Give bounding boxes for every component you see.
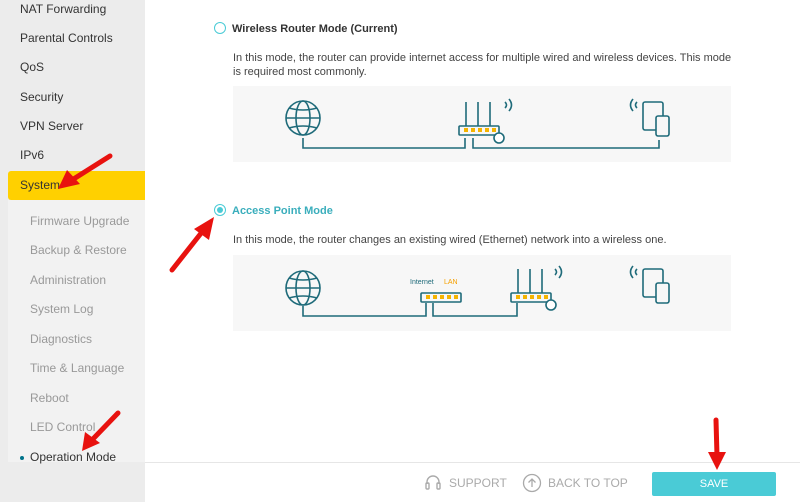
router-mode-diagram xyxy=(233,86,731,162)
ap-mode-title[interactable]: Access Point Mode xyxy=(232,205,333,217)
devices-icon xyxy=(629,98,670,137)
main-content: Wireless Router Mode (Current) In this m… xyxy=(145,0,800,462)
sidebar-item-nat-forwarding[interactable]: NAT Forwarding xyxy=(0,0,145,24)
sidebar-item-parental-controls[interactable]: Parental Controls xyxy=(0,24,145,53)
router-mode-description: In this mode, the router can provide int… xyxy=(233,52,732,78)
back-to-top-link[interactable]: BACK TO TOP xyxy=(548,476,628,490)
router-icon xyxy=(510,265,563,311)
sidebar-item-vpn-server[interactable]: VPN Server xyxy=(0,112,145,141)
submenu-item-diagnostics[interactable]: Diagnostics xyxy=(0,325,145,354)
sidebar-item-qos[interactable]: QoS xyxy=(0,53,145,82)
footer: SUPPORT BACK TO TOP SAVE xyxy=(145,462,800,503)
router-mode-radio[interactable] xyxy=(214,22,226,34)
submenu-item-operation-mode-label: Operation Mode xyxy=(30,450,117,464)
back-to-top-icon xyxy=(522,473,542,493)
submenu-item-reboot[interactable]: Reboot xyxy=(0,384,145,413)
submenu-item-led-control[interactable]: LED Control xyxy=(0,413,145,442)
router-diagram-svg xyxy=(285,98,670,149)
submenu-item-firmware-upgrade[interactable]: Firmware Upgrade xyxy=(0,207,145,236)
devices-icon xyxy=(629,265,670,304)
globe-icon xyxy=(285,100,321,136)
ap-diagram-svg xyxy=(285,265,670,317)
submenu-item-administration[interactable]: Administration xyxy=(0,266,145,295)
globe-icon xyxy=(285,270,321,306)
submenu-item-operation-mode[interactable]: Operation Mode xyxy=(0,443,145,472)
ap-mode-diagram: Internet LAN xyxy=(233,255,731,331)
ap-mode-radio[interactable] xyxy=(214,204,226,216)
save-button[interactable]: SAVE xyxy=(652,472,776,496)
submenu-item-time-language[interactable]: Time & Language xyxy=(0,354,145,383)
sidebar-item-ipv6[interactable]: IPv6 xyxy=(0,141,145,170)
lan-port-label: LAN xyxy=(444,279,458,286)
router-icon xyxy=(458,98,513,144)
internet-port-label: Internet xyxy=(410,279,434,286)
submenu-item-backup-restore[interactable]: Backup & Restore xyxy=(0,236,145,265)
sidebar-item-security[interactable]: Security xyxy=(0,83,145,112)
submenu-item-system-log[interactable]: System Log xyxy=(0,295,145,324)
headset-icon xyxy=(425,475,441,490)
ap-mode-description: In this mode, the router changes an exis… xyxy=(233,234,667,246)
current-item-dot xyxy=(20,456,24,460)
support-link[interactable]: SUPPORT xyxy=(449,476,507,490)
router-mode-title[interactable]: Wireless Router Mode (Current) xyxy=(232,23,398,35)
sidebar: NAT Forwarding Parental Controls QoS Sec… xyxy=(0,0,145,502)
sidebar-item-system[interactable]: System xyxy=(8,171,145,200)
